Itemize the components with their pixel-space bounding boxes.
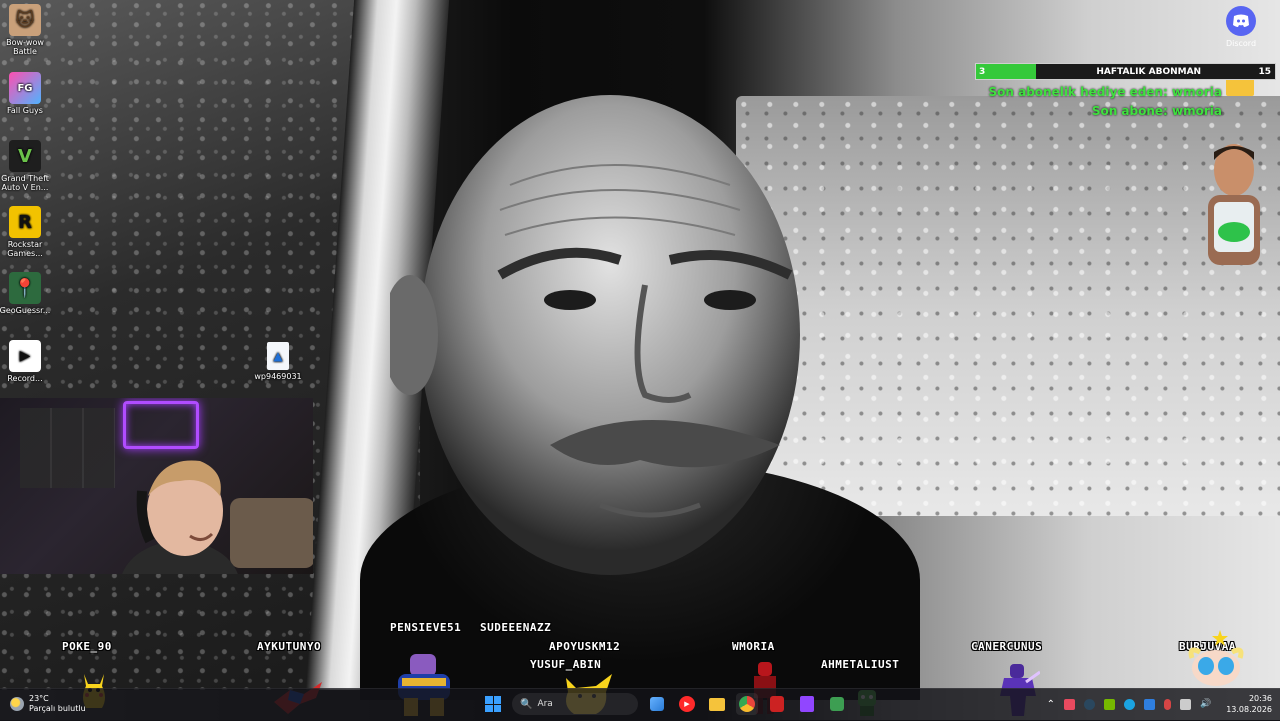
download-icon[interactable]	[1063, 698, 1075, 710]
store-button[interactable]	[826, 693, 848, 715]
partly-cloudy-icon	[10, 697, 24, 711]
background-sofa	[230, 498, 313, 568]
microphone-icon[interactable]	[1163, 698, 1171, 710]
weather-desc: Parçalı bulutlu	[29, 704, 86, 713]
start-button[interactable]	[482, 693, 504, 715]
chatter-name: WMORIA	[732, 640, 775, 653]
youtube-music-icon: ▶	[679, 696, 695, 712]
youtube-music-button[interactable]: ▶	[676, 693, 698, 715]
sub-goal-current: 3	[979, 66, 986, 77]
fall-guys-icon: FG	[9, 72, 41, 104]
taskbar-apps: 🔍 Ara ▶	[482, 693, 848, 715]
rockstar-icon: R	[9, 206, 41, 238]
chrome-button[interactable]	[736, 693, 758, 715]
chevron-up-icon[interactable]: ⌃	[1047, 699, 1055, 710]
image-file-icon: ▲	[267, 342, 289, 370]
nvidia-icon[interactable]	[1103, 698, 1115, 710]
desktop-icon-bow-wow-battle[interactable]: 🐱 Bow-wow Battle	[0, 4, 55, 56]
sub-goal-bar: 3 HAFTALIK ABONMAN 15	[975, 63, 1276, 80]
video-icon: ▶	[9, 340, 41, 372]
clock-time: 20:36	[1248, 694, 1272, 703]
desktop-icon-fall-guys[interactable]: FG Fall Guys	[0, 72, 55, 115]
desktop-icon-gta-v[interactable]: V Grand Theft Auto V En...	[0, 140, 55, 192]
windows-start-icon	[485, 696, 501, 712]
bluetooth-icon[interactable]	[1143, 698, 1155, 710]
clock-date: 13.08.2026	[1226, 705, 1272, 714]
weather-temp: 23°C	[29, 694, 49, 703]
desktop-icon-geoguessr[interactable]: 📍 GeoGuessr...	[0, 272, 55, 315]
volume-icon[interactable]: 🔊	[1200, 699, 1211, 709]
sub-goal-title: HAFTALIK ABONMAN	[1096, 66, 1202, 77]
file-explorer-button[interactable]	[706, 693, 728, 715]
last-subscriber: Son abone: wmoria	[1091, 104, 1222, 118]
powerpuff-sprite	[1188, 630, 1244, 686]
last-gift-sub: Son abonelik hediye eden: wmoria	[988, 85, 1222, 99]
streamer-sticker	[1208, 144, 1260, 265]
widgets-icon	[650, 697, 664, 711]
webcam-overlay	[0, 398, 313, 574]
file-explorer-icon	[709, 697, 725, 711]
network-icon[interactable]	[1179, 698, 1191, 710]
system-tray: ⌃ 🔊 20:36 13.08.2026	[1047, 693, 1280, 715]
gta-v-icon: V	[9, 140, 41, 172]
weather-widget[interactable]: 23°C Parçalı bulutlu	[10, 694, 86, 714]
chrome-icon	[739, 696, 755, 712]
desktop-icon-wallpaper-file[interactable]: ▲ wp9469031	[248, 342, 308, 381]
search-icon: 🔍	[520, 698, 533, 710]
clock[interactable]: 20:36 13.08.2026	[1226, 693, 1272, 715]
chatter-name: POKE_90	[62, 640, 112, 653]
search-placeholder: Ara	[537, 699, 553, 709]
old-man-portrait	[382, 85, 830, 625]
desktop-icon-discord[interactable]: Discord	[1221, 6, 1261, 48]
chatter-name: AYKUTUNYO	[257, 640, 322, 653]
edge-icon[interactable]	[1123, 698, 1135, 710]
desktop-icon-rockstar[interactable]: R Rockstar Games...	[0, 206, 55, 258]
store-icon	[830, 697, 844, 711]
taskbar-search[interactable]: 🔍 Ara	[512, 693, 638, 715]
game-app-button[interactable]	[766, 693, 788, 715]
widgets-button[interactable]	[646, 693, 668, 715]
twitch-button[interactable]	[796, 693, 818, 715]
chatter-name: SUDEEENAZZ	[480, 621, 552, 634]
discord-icon	[1226, 6, 1256, 36]
desktop-icon-record[interactable]: ▶ Record...	[0, 340, 55, 383]
background-shelf	[20, 408, 115, 488]
map-pin-icon: 📍	[9, 272, 41, 304]
chatter-name: CANERCUNUS	[971, 640, 1043, 653]
chatter-name: PENSIEVE51	[390, 621, 462, 634]
twitch-icon	[800, 696, 814, 712]
streamer	[122, 460, 238, 574]
taskbar: 23°C Parçalı bulutlu 🔍 Ara ▶ ⌃ 🔊 20:36 1	[0, 688, 1280, 721]
chatter-name: APOYUSKM12	[549, 640, 621, 653]
steam-icon[interactable]	[1083, 698, 1095, 710]
sub-goal-target: 15	[1258, 66, 1271, 77]
game-app-icon	[770, 696, 784, 712]
chatter-name: AHMETALIUST	[821, 658, 900, 671]
cat-game-icon: 🐱	[9, 4, 41, 36]
